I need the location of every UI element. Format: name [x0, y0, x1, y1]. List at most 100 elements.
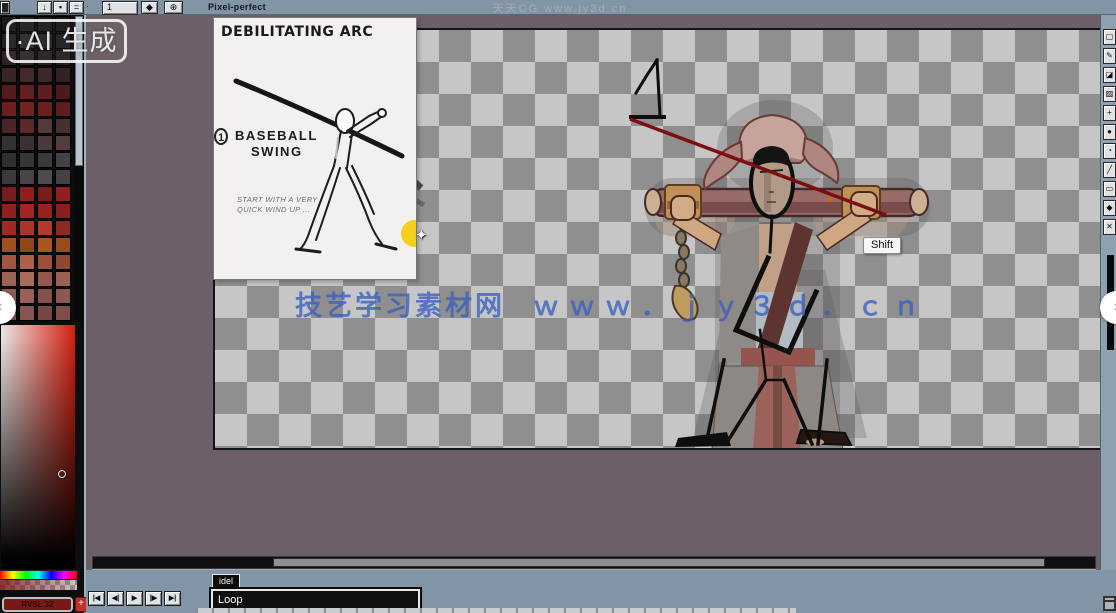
- tool-button[interactable]: ✎: [1103, 48, 1116, 64]
- palette-swatch[interactable]: [1, 101, 17, 117]
- palette-swatch[interactable]: [1, 271, 17, 287]
- tool-button[interactable]: ▭: [1103, 181, 1116, 197]
- palette-swatch[interactable]: [37, 254, 53, 270]
- arrow-down-icon[interactable]: ↓: [37, 1, 52, 14]
- pixel-perfect-label[interactable]: Pixel-perfect: [208, 2, 266, 12]
- palette-swatch[interactable]: [1, 152, 17, 168]
- palette-swatch[interactable]: [19, 169, 35, 185]
- frame-tick: [516, 608, 518, 613]
- tool-button[interactable]: ◔: [1103, 143, 1116, 159]
- palette-swatch[interactable]: [55, 203, 71, 219]
- tool-button[interactable]: +: [1103, 105, 1116, 121]
- palette-swatch[interactable]: [19, 220, 35, 236]
- tool-button[interactable]: ●: [1103, 124, 1116, 140]
- frame-tick: [356, 608, 358, 613]
- animation-tag[interactable]: idel: [212, 574, 240, 588]
- palette-swatch[interactable]: [19, 84, 35, 100]
- palette-swatch[interactable]: [55, 237, 71, 253]
- palette-swatch[interactable]: [37, 135, 53, 151]
- palette-swatch[interactable]: [1, 186, 17, 202]
- foreground-color-swatch[interactable]: RVSL 32: [2, 597, 73, 612]
- palette-swatch[interactable]: [1, 135, 17, 151]
- next-frame-button[interactable]: |▶: [145, 591, 162, 606]
- palette-swatch[interactable]: [1, 84, 17, 100]
- zoom-tool-icon[interactable]: ⊕: [164, 1, 183, 14]
- canvas-horizontal-scrollbar-thumb[interactable]: [273, 558, 1045, 567]
- go-last-frame-button[interactable]: ▶|: [164, 591, 181, 606]
- color-picker-gradient[interactable]: [1, 325, 75, 569]
- palette-swatch[interactable]: [19, 67, 35, 83]
- alpha-slider[interactable]: [0, 580, 77, 590]
- palette-swatch[interactable]: [37, 84, 53, 100]
- frame-ruler[interactable]: [196, 608, 796, 613]
- palette-swatch[interactable]: [19, 305, 35, 321]
- palette-swatch[interactable]: [19, 118, 35, 134]
- palette-swatch[interactable]: [1, 118, 17, 134]
- palette-swatch[interactable]: [37, 101, 53, 117]
- brush-shape-icon[interactable]: ▪: [53, 1, 68, 14]
- palette-swatch[interactable]: [55, 135, 71, 151]
- tool-button[interactable]: ◪: [1103, 67, 1116, 83]
- step-label-line1: BASEBALL: [235, 128, 318, 143]
- tool-button[interactable]: ▨: [1103, 86, 1116, 102]
- palette-swatch[interactable]: [1, 254, 17, 270]
- palette-swatch[interactable]: [19, 237, 35, 253]
- palette-swatch[interactable]: [1, 67, 17, 83]
- palette-swatch[interactable]: [37, 288, 53, 304]
- palette-swatch[interactable]: [37, 305, 53, 321]
- palette-swatch[interactable]: [55, 67, 71, 83]
- palette-swatch[interactable]: [37, 169, 53, 185]
- palette-swatch[interactable]: [37, 203, 53, 219]
- palette-swatch[interactable]: [1, 203, 17, 219]
- tool-button[interactable]: ✕: [1103, 219, 1116, 235]
- ink-bottle-icon[interactable]: ◆: [141, 1, 158, 14]
- palette-swatch[interactable]: [55, 186, 71, 202]
- tool-button[interactable]: ╱: [1103, 162, 1116, 178]
- frame-tick: [340, 608, 342, 613]
- palette-swatch[interactable]: [55, 118, 71, 134]
- hue-slider[interactable]: [0, 570, 77, 579]
- palette-swatch[interactable]: [1, 237, 17, 253]
- canvas-horizontal-scrollbar[interactable]: [92, 556, 1096, 569]
- palette-swatch[interactable]: [55, 288, 71, 304]
- palette-swatch[interactable]: [19, 101, 35, 117]
- palette-swatch[interactable]: [55, 169, 71, 185]
- palette-swatch[interactable]: [55, 305, 71, 321]
- play-button[interactable]: ▶: [126, 591, 143, 606]
- cut-toolbar-button[interactable]: [0, 1, 10, 14]
- prev-frame-button[interactable]: ◀|: [107, 591, 124, 606]
- brush-size-field[interactable]: 1: [102, 1, 138, 15]
- palette-swatch[interactable]: [37, 152, 53, 168]
- palette-swatch[interactable]: [19, 288, 35, 304]
- palette-swatch[interactable]: [19, 203, 35, 219]
- palette-swatch[interactable]: [55, 271, 71, 287]
- palette-swatch[interactable]: [37, 220, 53, 236]
- site-watermark-url: ｗｗｗ．ｊｙ３ｄ．ｃｎ: [533, 291, 929, 321]
- palette-swatch[interactable]: [37, 67, 53, 83]
- frame-tick: [756, 608, 758, 613]
- palette-swatch[interactable]: [19, 152, 35, 168]
- palette-swatch[interactable]: [37, 237, 53, 253]
- tool-button[interactable]: ▢: [1103, 29, 1116, 45]
- palette-swatch[interactable]: [1, 169, 17, 185]
- reference-image-overlay[interactable]: DEBILITATING ARC 1 BASEBALL SWING START …: [213, 17, 417, 280]
- palette-swatch[interactable]: [19, 186, 35, 202]
- tool-button[interactable]: ◆: [1103, 200, 1116, 216]
- palette-swatch[interactable]: [1, 220, 17, 236]
- palette-swatch[interactable]: [19, 254, 35, 270]
- palette-swatch[interactable]: [55, 101, 71, 117]
- palette-swatch[interactable]: [55, 254, 71, 270]
- palette-swatch[interactable]: [55, 152, 71, 168]
- equals-icon[interactable]: =: [69, 1, 84, 14]
- palette-swatch[interactable]: [19, 135, 35, 151]
- palette-swatch[interactable]: [37, 271, 53, 287]
- palette-swatch[interactable]: [37, 118, 53, 134]
- palette-swatch[interactable]: [55, 84, 71, 100]
- color-picker-cursor[interactable]: [58, 470, 66, 478]
- site-watermark-cn: 技艺学习素材网: [295, 291, 505, 321]
- palette-swatch[interactable]: [37, 186, 53, 202]
- go-first-frame-button[interactable]: |◀: [88, 591, 105, 606]
- palette-swatch[interactable]: [55, 220, 71, 236]
- palette-swatch[interactable]: [19, 271, 35, 287]
- minimized-window-icon[interactable]: [1103, 596, 1116, 611]
